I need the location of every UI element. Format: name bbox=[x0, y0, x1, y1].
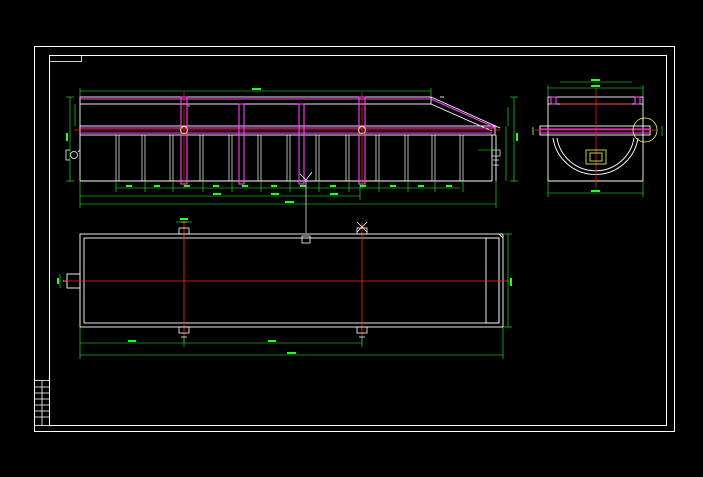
plan-view bbox=[57, 218, 512, 359]
front-elevation-view bbox=[65, 88, 518, 233]
front-steel-members bbox=[80, 96, 497, 185]
front-panel-ribs bbox=[115, 135, 464, 181]
side-dimensions bbox=[547, 81, 663, 197]
side-dim-text bbox=[591, 79, 600, 192]
plan-body-outline bbox=[63, 233, 504, 328]
plan-support-feet bbox=[178, 221, 368, 338]
cad-drawing-canvas bbox=[34, 46, 675, 432]
plan-dimensions bbox=[59, 221, 512, 359]
side-drive-detail bbox=[532, 117, 658, 165]
inner-border bbox=[49, 55, 667, 426]
title-block-strip bbox=[34, 380, 50, 426]
side-body-outline bbox=[539, 96, 651, 182]
front-left-lug bbox=[65, 149, 81, 161]
plan-centerlines bbox=[64, 222, 512, 342]
corner-label-box bbox=[49, 55, 82, 62]
side-elevation-view bbox=[532, 79, 663, 197]
